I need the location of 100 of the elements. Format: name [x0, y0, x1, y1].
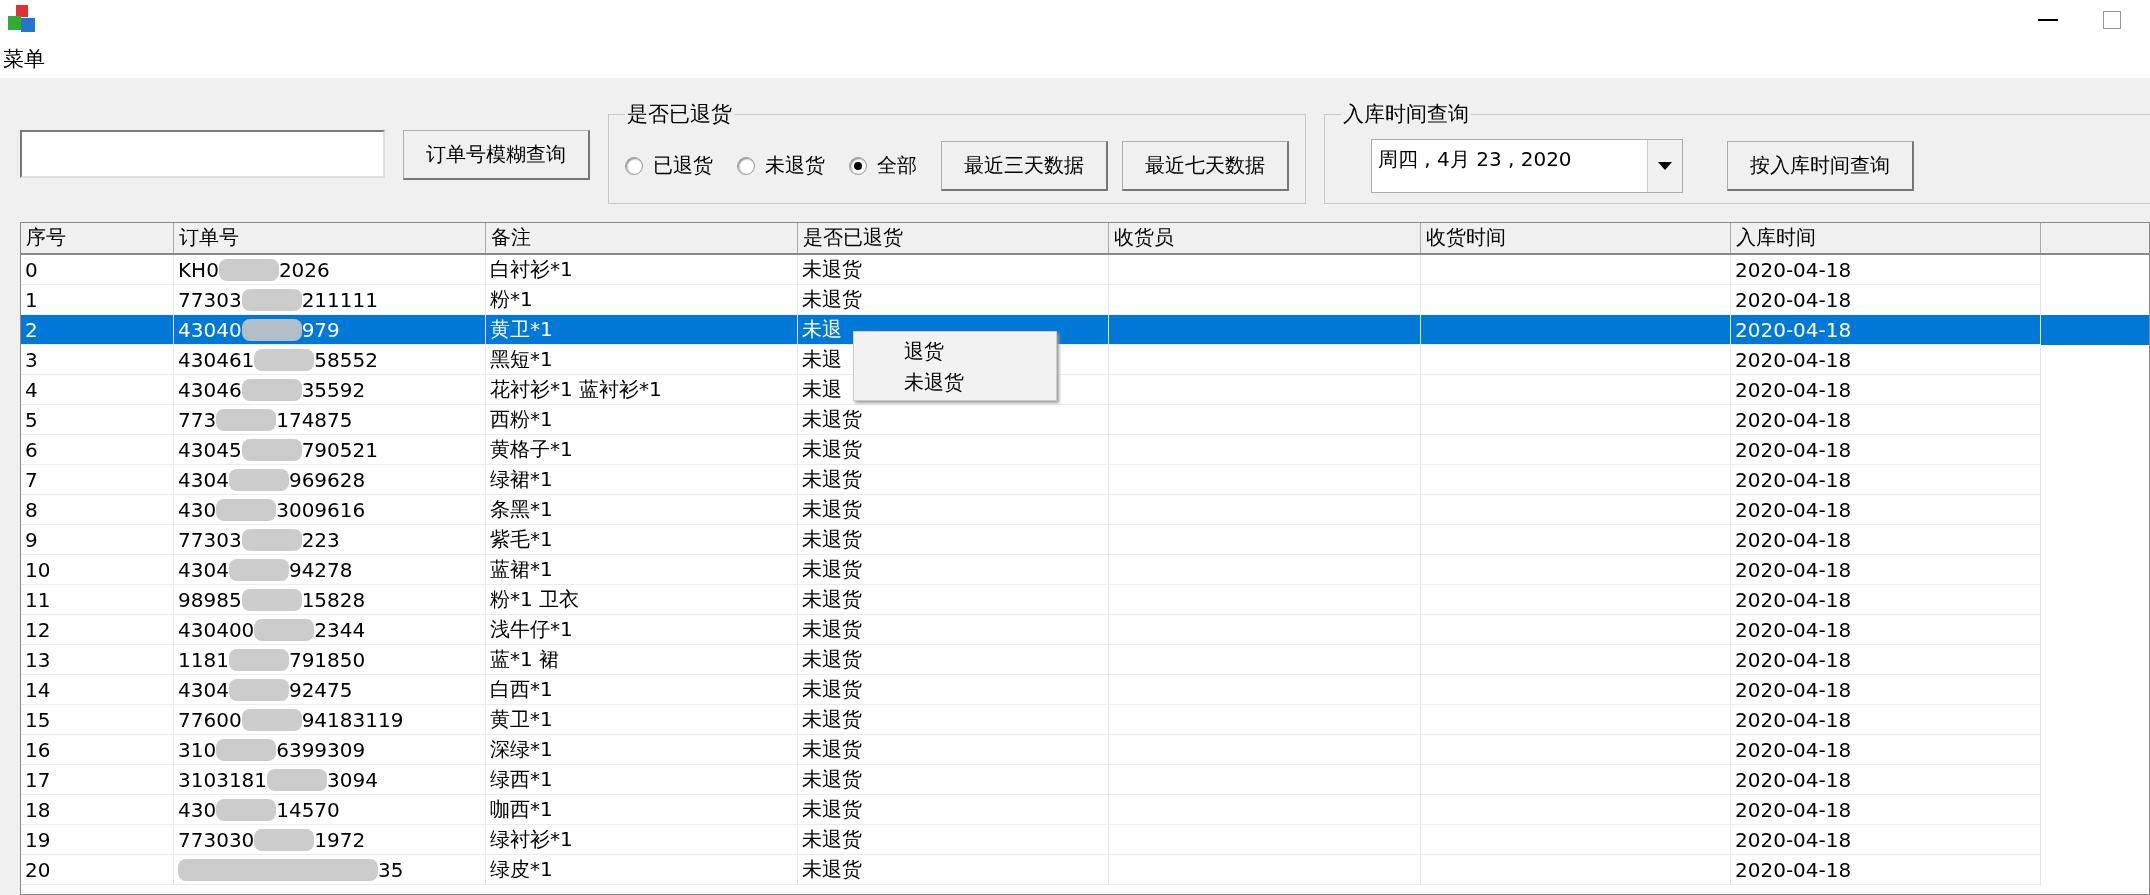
table-cell: 2020-04-18: [1731, 255, 2041, 285]
redaction-mark: [254, 618, 315, 641]
column-header[interactable]: 备注: [486, 223, 798, 253]
table-cell: 未退货: [798, 735, 1109, 765]
recent-data-button[interactable]: 最近七天数据: [1122, 140, 1289, 191]
table-cell: 12: [21, 615, 174, 645]
table-cell: 蓝裙*1: [486, 555, 798, 585]
table-cell: 黄格子*1: [486, 435, 798, 465]
table-cell: 未退货: [798, 795, 1109, 825]
table-cell: 16: [21, 735, 174, 765]
radio-option[interactable]: 已退货: [625, 152, 713, 179]
redaction-mark: [241, 708, 302, 731]
table-cell: 深绿*1: [486, 735, 798, 765]
table-cell: 17: [21, 765, 174, 795]
table-cell: 2020-04-18: [1731, 405, 2041, 435]
redaction-mark: [228, 648, 289, 671]
table-cell: 3: [21, 345, 174, 375]
table-cell: 35: [378, 857, 404, 882]
table-cell: 77303: [178, 287, 242, 312]
redaction-mark: [241, 438, 302, 461]
redaction-mark: [267, 768, 328, 791]
table-cell: 6399309: [276, 737, 366, 762]
table-cell: 2020-04-18: [1731, 375, 2041, 405]
table-cell: 18: [21, 795, 174, 825]
column-header[interactable]: 是否已退货: [798, 223, 1109, 253]
redaction-mark: [254, 828, 315, 851]
radio-option[interactable]: 全部: [849, 152, 917, 179]
table-cell: 绿衬衫*1: [486, 825, 798, 855]
group-title: 是否已退货: [626, 101, 733, 128]
table-cell: 430: [178, 797, 217, 822]
table-cell: 9: [21, 525, 174, 555]
table-cell: 4304: [178, 557, 229, 582]
table-cell: 黑短*1: [486, 345, 798, 375]
dropdown-arrow-icon: [1658, 161, 1672, 170]
table-cell: 未退货: [798, 675, 1109, 705]
table-cell: 未退货: [798, 525, 1109, 555]
maximize-icon: [2103, 11, 2121, 29]
table-cell: 790521: [301, 437, 378, 462]
table-cell: 条黑*1: [486, 495, 798, 525]
table-cell: 未退货: [798, 255, 1109, 285]
table-cell: 未退货: [798, 825, 1109, 855]
table-cell: 15828: [301, 587, 366, 612]
table-cell: 未退货: [798, 645, 1109, 675]
table-cell: 430: [178, 497, 217, 522]
table-cell: 4304: [178, 467, 229, 492]
redaction-mark: [218, 258, 279, 281]
menu-item[interactable]: 菜单: [0, 45, 48, 73]
table-cell: 2020-04-18: [1731, 675, 2041, 705]
table-cell: 未退货: [798, 555, 1109, 585]
table-cell: 粉*1 卫衣: [486, 585, 798, 615]
date-picker[interactable]: 周四 , 4月 23 , 2020: [1371, 138, 1683, 193]
table-cell: 8: [21, 495, 174, 525]
table-cell: 211111: [301, 287, 378, 312]
table-cell: 35592: [301, 377, 366, 402]
table-cell: 223: [301, 527, 340, 552]
table-cell: 2020-04-18: [1731, 495, 2041, 525]
column-header[interactable]: 收货员: [1109, 223, 1421, 253]
redaction-mark: [241, 528, 302, 551]
redaction-mark: [241, 318, 302, 341]
redaction-mark: [241, 288, 302, 311]
redaction-mark: [228, 468, 289, 491]
table-cell: KH0: [178, 257, 219, 282]
radio-option[interactable]: 未退货: [737, 152, 825, 179]
fuzzy-search-button[interactable]: 订单号模糊查询: [403, 130, 590, 180]
table-cell: 蓝*1 裙: [486, 645, 798, 675]
table-cell: 11: [21, 585, 174, 615]
table-cell: 773030: [178, 827, 255, 852]
column-header[interactable]: 收货时间: [1421, 223, 1731, 253]
table-cell: 14570: [276, 797, 340, 822]
table-cell: 2020-04-18: [1731, 585, 2041, 615]
table-cell: 2020-04-18: [1731, 555, 2041, 585]
table-cell: 未退货: [798, 855, 1109, 885]
table-cell: 绿皮*1: [486, 855, 798, 885]
minimize-icon: [2038, 19, 2058, 21]
table-cell: 2020-04-18: [1731, 615, 2041, 645]
date-query-button[interactable]: 按入库时间查询: [1727, 140, 1914, 191]
table-cell: 94183119: [301, 707, 404, 732]
table-cell: 未退货: [798, 615, 1109, 645]
column-header[interactable]: 订单号: [174, 223, 486, 253]
table-cell: 未退货: [798, 435, 1109, 465]
table-cell: 5: [21, 405, 174, 435]
table-cell: 77600: [178, 707, 242, 732]
table-cell: 2020-04-18: [1731, 795, 2041, 825]
table-cell: 15: [21, 705, 174, 735]
table-cell: 174875: [276, 407, 353, 432]
column-header[interactable]: 入库时间: [1731, 223, 2041, 253]
column-header[interactable]: 序号: [21, 223, 174, 253]
table-cell: 绿裙*1: [486, 465, 798, 495]
recent-data-button[interactable]: 最近三天数据: [941, 140, 1108, 191]
table-cell: 6: [21, 435, 174, 465]
redaction-mark: [241, 588, 302, 611]
table-cell: 黄卫*1: [486, 705, 798, 735]
table-cell: 白衬衫*1: [486, 255, 798, 285]
table-cell: 430400: [178, 617, 255, 642]
table-cell: 43046: [178, 377, 242, 402]
table-cell: 未退货: [798, 465, 1109, 495]
redaction-mark: [216, 798, 277, 821]
table-cell: 未退货: [798, 405, 1109, 435]
order-search-field[interactable]: [20, 130, 385, 178]
table-cell: 浅牛仔*1: [486, 615, 798, 645]
